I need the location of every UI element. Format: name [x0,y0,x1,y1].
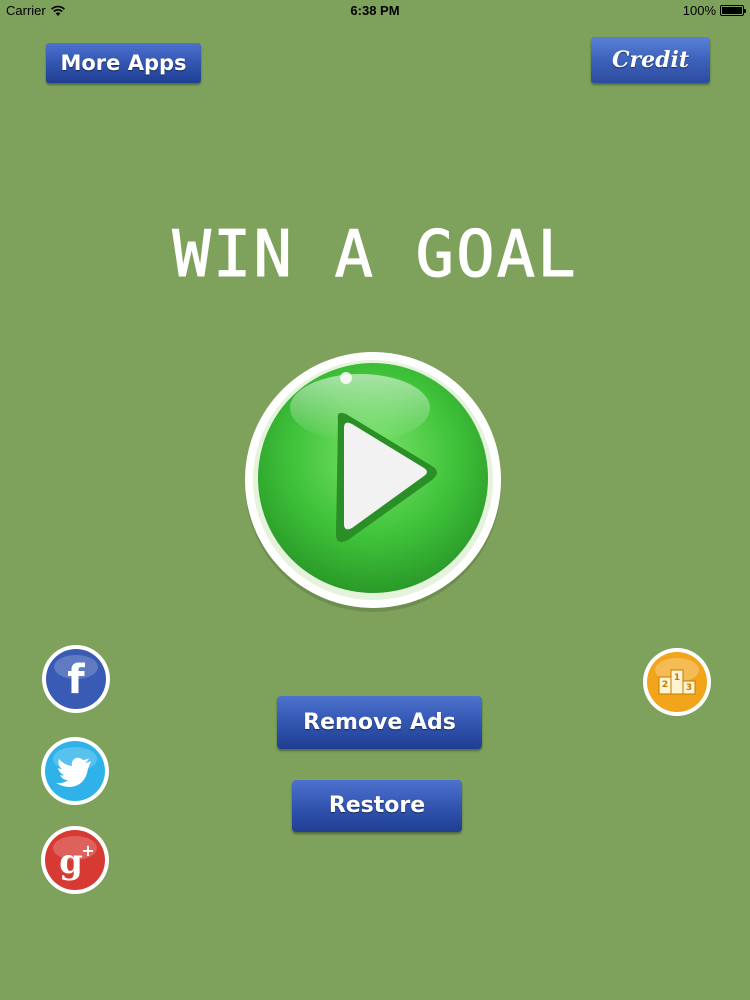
remove-ads-button[interactable]: Remove Ads [277,696,482,749]
battery-icon [720,5,746,16]
restore-button[interactable]: Restore [292,780,462,832]
play-button[interactable] [240,348,506,614]
svg-text:+: + [81,841,94,860]
status-bar: Carrier 6:38 PM 100% [0,0,750,22]
status-right: 100% [682,3,746,18]
game-title: WIN A GOAL [0,210,750,291]
game-title-label: WIN A GOAL [172,218,577,290]
credit-button[interactable]: Credit [591,37,710,83]
svg-text:g: g [59,842,83,882]
svg-text:3: 3 [686,683,692,693]
svg-text:f: f [67,657,85,703]
svg-text:2: 2 [662,680,668,690]
leaderboard-icon[interactable]: 1 2 3 [643,648,711,716]
game-title-text: WIN A GOAL [172,218,577,291]
battery-percent: 100% [682,3,716,18]
twitter-icon[interactable] [41,737,109,805]
facebook-icon[interactable]: f [42,645,110,713]
google-plus-icon[interactable]: g + [41,826,109,894]
svg-text:1: 1 [674,673,680,683]
status-time: 6:38 PM [350,3,400,18]
more-apps-button[interactable]: More Apps [46,43,201,83]
